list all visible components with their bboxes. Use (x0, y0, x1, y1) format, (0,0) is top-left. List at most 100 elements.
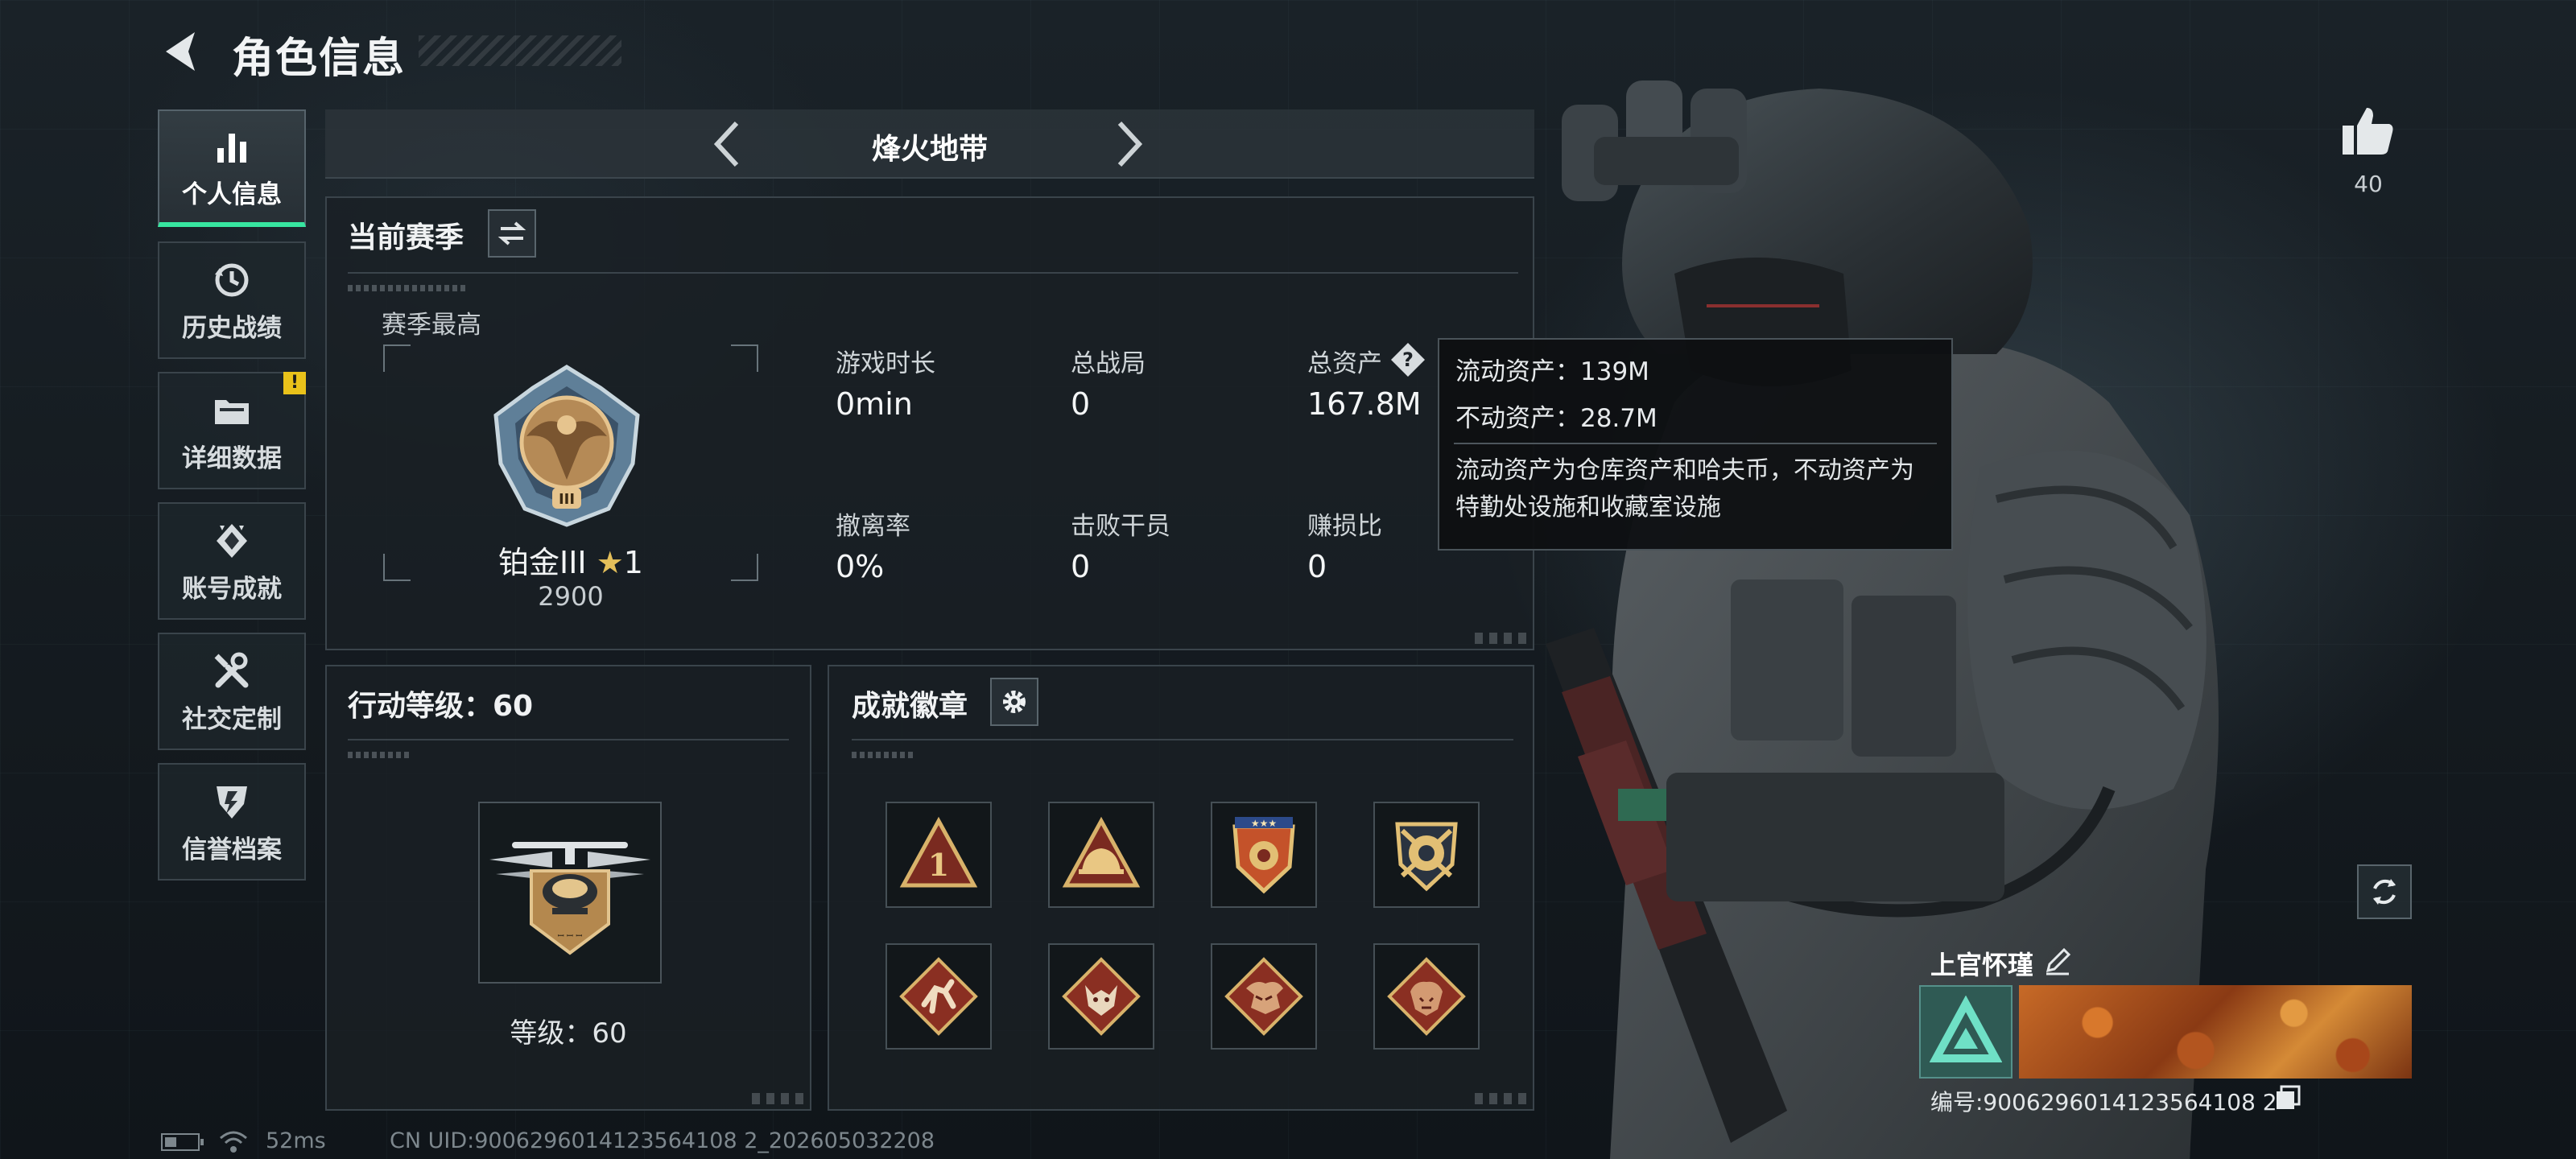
stat-label-operators-defeated: 击败干员 (1071, 512, 1170, 541)
crossed-rifles-badge (1395, 822, 1458, 892)
thumbs-up-like-button[interactable] (2339, 103, 2396, 159)
tooltip-liquid-assets: 流动资产：139M (1455, 357, 1649, 386)
assets-tooltip: 流动资产：139M 不动资产：28.7M 流动资产为仓库资产和哈夫币，不动资产为… (1438, 338, 1953, 551)
stat-value-extraction-rate: 0% (836, 549, 885, 584)
nav-item-reputation[interactable]: 信誉档案 (158, 763, 306, 881)
rank-tier: 铂金III (498, 545, 587, 580)
stat-value-total-assets: 167.8M (1307, 386, 1422, 422)
badge-slot[interactable] (1373, 943, 1480, 1050)
stat-label-total-matches: 总战局 (1071, 349, 1146, 378)
badges-divider (852, 739, 1513, 740)
stat-label-total-assets: 总资产 (1307, 349, 1382, 378)
nav-label: 历史战绩 (182, 313, 282, 343)
stat-value-total-matches: 0 (1071, 386, 1091, 422)
badge-slot[interactable] (1048, 943, 1154, 1050)
history-clock-icon (209, 258, 254, 303)
stat-value-profit-ratio: 0 (1307, 549, 1327, 584)
platinum-rank-emblem: III (493, 365, 640, 527)
reputation-shield-icon (209, 779, 254, 824)
nav-label: 社交定制 (182, 704, 282, 734)
stat-value-operators-defeated: 0 (1071, 549, 1091, 584)
player-name: 上官怀瑾 (1930, 950, 2034, 980)
badge-slot[interactable]: ★★★ (1211, 802, 1317, 908)
tooltip-description: 流动资产为仓库资产和哈夫币，不动资产为特勤处设施和收藏室设施 (1455, 456, 1914, 522)
stat-label-playtime: 游戏时长 (836, 349, 935, 378)
chevron-right-icon (1117, 121, 1143, 167)
swap-icon (497, 221, 526, 245)
like-count: 40 (2354, 171, 2383, 197)
triangle-logo-icon (1930, 996, 2002, 1062)
level-label: 等级：60 (510, 1017, 627, 1050)
title-decoration (419, 35, 621, 66)
wolf-diamond-badge (1062, 957, 1141, 1036)
game-mode-title: 烽火地带 (871, 133, 988, 166)
badges-header: 成就徽章 (852, 690, 968, 723)
panel-corner-decoration (1475, 1093, 1526, 1104)
copy-icon[interactable] (2273, 1083, 2302, 1112)
stat-value-playtime: 0min (836, 386, 913, 422)
stars-shield-badge: ★★★ (1232, 817, 1295, 894)
back-button[interactable] (158, 27, 206, 76)
achievement-diamond-icon (209, 518, 254, 563)
rank-one-triangle-badge: 1 (899, 816, 978, 888)
season-switch-button[interactable] (488, 209, 536, 258)
warning-badge: ! (283, 372, 306, 394)
nav-label: 个人信息 (182, 179, 282, 209)
badge-slot[interactable] (1048, 802, 1154, 908)
stat-label-extraction-rate: 撤离率 (836, 512, 910, 541)
folder-icon (209, 388, 254, 433)
player-card: 上官怀瑾 编号:9006296014123564108 2 (1919, 938, 2412, 1130)
nav-item-detailed-data[interactable]: 详细数据 ! (158, 372, 306, 489)
question-help-icon[interactable]: ? (1389, 341, 1426, 378)
panel-corner-decoration (1475, 633, 1526, 644)
tick-decoration (348, 285, 469, 291)
badge-slot[interactable] (1373, 802, 1480, 908)
runner-diamond-badge (899, 957, 978, 1036)
season-header: 当前赛季 (348, 221, 464, 254)
nav-item-achievements[interactable]: 账号成就 (158, 502, 306, 620)
action-level-emblem-frame: ꟷ ꟷ ꟷ (478, 802, 662, 984)
svg-text:1: 1 (928, 847, 949, 883)
page-title: 角色信息 (232, 35, 407, 83)
badge-settings-button[interactable] (990, 678, 1038, 726)
bar-chart-icon (209, 124, 254, 169)
action-level-divider (348, 739, 789, 740)
nav-item-social-custom[interactable]: 社交定制 (158, 633, 306, 750)
nav-label: 详细数据 (182, 443, 282, 473)
tick-decoration (852, 752, 916, 758)
battery-icon (161, 1133, 204, 1151)
rank-star-count: 1 (623, 545, 643, 580)
rank-score: 2900 (538, 581, 604, 612)
uid-text: CN UID:9006296014123564108 2_20260503220… (390, 1128, 935, 1153)
tooltip-fixed-assets: 不动资产：28.7M (1455, 404, 1657, 433)
tick-decoration (348, 752, 412, 758)
season-divider (348, 272, 1518, 274)
svg-text:ꟷ ꟷ ꟷ: ꟷ ꟷ ꟷ (558, 932, 583, 941)
beast-diamond-badge (1387, 957, 1466, 1036)
stat-label-profit-ratio: 赚损比 (1307, 512, 1382, 541)
player-avatar[interactable] (1919, 985, 2013, 1079)
panel-corner-decoration (752, 1093, 803, 1104)
action-level-header: 行动等级：60 (348, 690, 534, 723)
pencil-edit-icon[interactable] (2041, 945, 2074, 977)
badge-slot[interactable] (1211, 943, 1317, 1050)
ping-text: 52ms (266, 1128, 326, 1153)
mode-next-button[interactable] (1103, 118, 1156, 171)
nav-label: 信誉档案 (182, 835, 282, 864)
game-mode-selector: 烽火地带 (325, 109, 1534, 179)
season-best-label: 赛季最高 (382, 311, 481, 340)
tooltip-divider (1454, 443, 1937, 444)
svg-text:?: ? (1402, 349, 1414, 371)
dragon-diamond-badge (1224, 957, 1303, 1036)
badge-slot[interactable]: 1 (886, 802, 992, 908)
badge-slot[interactable] (886, 943, 992, 1050)
star-icon: ★ (596, 545, 624, 580)
player-id: 编号:9006296014123564108 2 (1930, 1089, 2277, 1116)
helmet-triangle-badge (1062, 816, 1141, 888)
nav-item-personal-info[interactable]: 个人信息 (158, 109, 306, 227)
nav-item-history[interactable]: 历史战绩 (158, 241, 306, 359)
rotate-model-button[interactable] (2357, 864, 2412, 919)
wifi-icon (220, 1131, 247, 1153)
helicopter-emblem: ꟷ ꟷ ꟷ (489, 842, 650, 955)
svg-text:★★★: ★★★ (1251, 818, 1277, 829)
